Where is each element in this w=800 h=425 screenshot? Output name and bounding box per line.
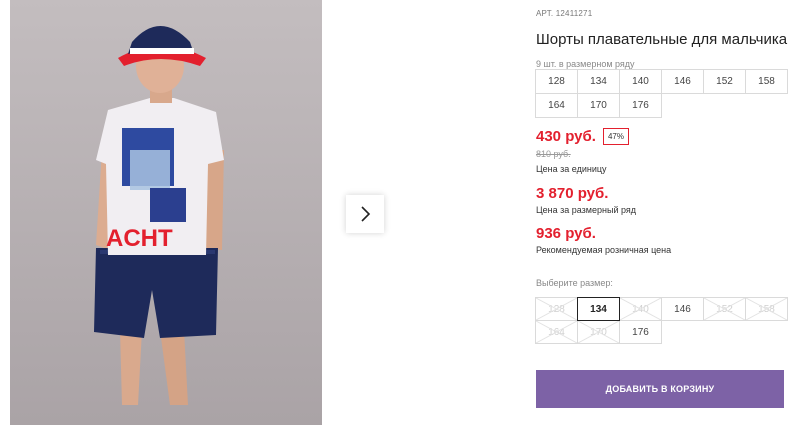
range-size-cell: 152 (703, 69, 746, 94)
size-option-170: 170 (577, 320, 620, 344)
recommended-retail-price: 936 руб. (536, 225, 596, 242)
unavailable-cross-icon (746, 298, 787, 320)
size-option-134[interactable]: 134 (577, 297, 620, 321)
unavailable-cross-icon (578, 321, 619, 343)
boy-in-shorts-image: ACHT (10, 0, 322, 425)
select-size-caption: Выберите размер: (536, 278, 613, 288)
svg-text:ACHT: ACHT (106, 225, 173, 252)
size-option-label: 176 (632, 326, 649, 338)
product-gallery: ACHT (0, 0, 508, 425)
range-size-cell: 170 (577, 93, 620, 118)
range-price-caption: Цена за размерный ряд (536, 205, 637, 215)
range-size-cell: 140 (619, 69, 662, 94)
size-range-caption: 9 шт. в размерном ряду (536, 59, 635, 69)
chevron-right-icon (361, 206, 371, 222)
size-option-label: 134 (590, 303, 607, 315)
range-size-cell: 158 (745, 69, 788, 94)
old-price: 810 руб. (536, 149, 571, 159)
range-size-cell: 164 (535, 93, 578, 118)
current-price: 430 руб. (536, 128, 596, 145)
size-range-grid: 128 134 140 146 152 158 164 170 176 (535, 69, 788, 118)
size-option-140: 140 (619, 297, 662, 321)
range-size-cell: 134 (577, 69, 620, 94)
range-size-cell: 146 (661, 69, 704, 94)
size-option-146[interactable]: 146 (661, 297, 704, 321)
unavailable-cross-icon (620, 298, 661, 320)
price-row: 430 руб. 47% (536, 128, 629, 145)
size-option-label: 146 (674, 303, 691, 315)
product-info: АРТ. 12411271 Шорты плавательные для мал… (535, 0, 788, 425)
range-size-cell: 128 (535, 69, 578, 94)
unit-price-caption: Цена за единицу (536, 164, 607, 174)
size-option-164: 164 (535, 320, 578, 344)
size-option-158: 158 (745, 297, 788, 321)
add-to-cart-button[interactable]: ДОБАВИТЬ В КОРЗИНУ (536, 370, 784, 408)
range-price: 3 870 руб. (536, 185, 609, 202)
unavailable-cross-icon (704, 298, 745, 320)
discount-badge: 47% (602, 128, 629, 145)
size-selector: 128134140146152158164170176 (535, 297, 788, 344)
rrp-caption: Рекомендуемая розничная цена (536, 245, 672, 255)
size-option-176[interactable]: 176 (619, 320, 662, 344)
article-number: АРТ. 12411271 (536, 9, 593, 18)
product-photo: ACHT (10, 0, 322, 425)
range-size-cell: 176 (619, 93, 662, 118)
size-option-152: 152 (703, 297, 746, 321)
unavailable-cross-icon (536, 321, 577, 343)
size-option-128: 128 (535, 297, 578, 321)
unavailable-cross-icon (536, 298, 577, 320)
product-title: Шорты плавательные для мальчика (536, 31, 788, 48)
next-image-button[interactable] (346, 195, 384, 233)
